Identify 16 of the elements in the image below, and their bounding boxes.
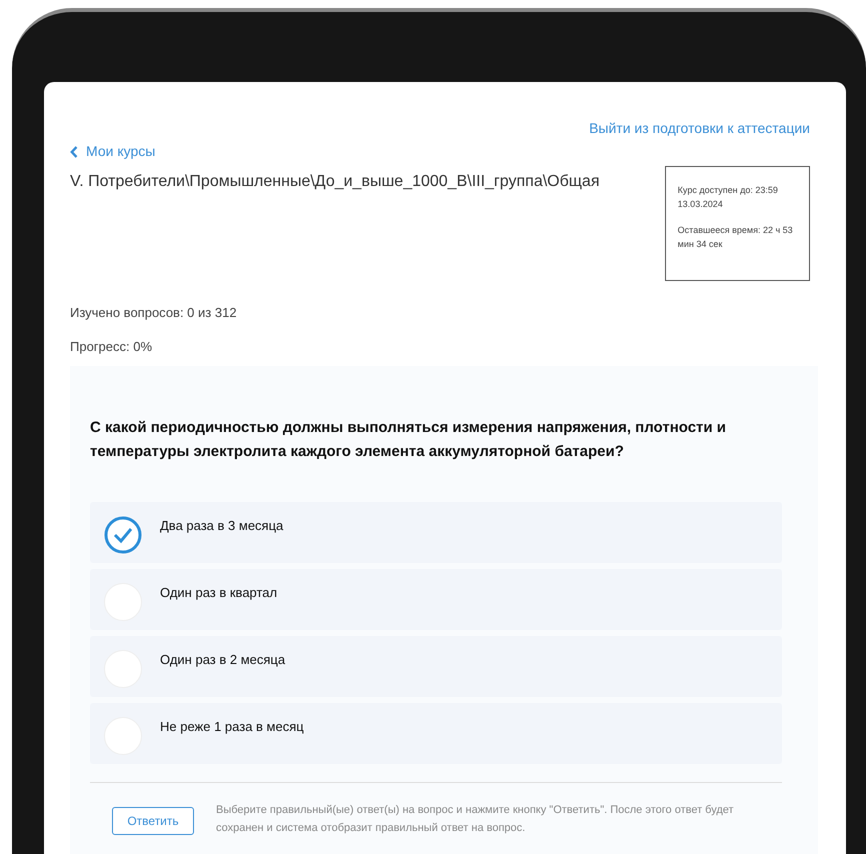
option-label: Один раз в 2 месяца (160, 651, 286, 669)
answer-option[interactable]: Один раз в квартал (90, 569, 782, 630)
course-title: V. Потребители\Промышленные\До_и_выше_1000_В\III_группа\Общая (70, 172, 600, 192)
hint-text: Выберите правильный(ые) ответ(ы) на вопрос и нажмите кнопку "Ответить". После этого ответ будет сохранен и система отобразит правильный ответ на вопрос. (216, 803, 735, 836)
answer-option[interactable]: Два раза в 3 месяца (90, 502, 782, 563)
chevron-left-icon (70, 146, 78, 158)
option-label: Не реже 1 раза в месяц (160, 718, 304, 736)
option-label: Два раза в 3 месяца (160, 517, 284, 535)
option-label: Один раз в квартал (160, 584, 278, 602)
stat-text: Прогресс: 0% (70, 338, 154, 356)
course-info-text: Курс доступен до: 23:59 13.03.2024 (678, 184, 779, 211)
course-info-text: Оставшееся время: 22 ч 53 мин 34 сек (678, 224, 794, 251)
answer-option[interactable]: Один раз в 2 месяца (90, 636, 782, 697)
question-text: С какой периодичностью должны выполняться измерения напряжения, плотности и температуры электролита каждого элемента аккумуляторной батареи? (90, 418, 728, 462)
stat-text: Изучено вопросов: 0 из 312 (70, 304, 238, 322)
answer-option[interactable]: Не реже 1 раза в месяц (90, 703, 782, 764)
